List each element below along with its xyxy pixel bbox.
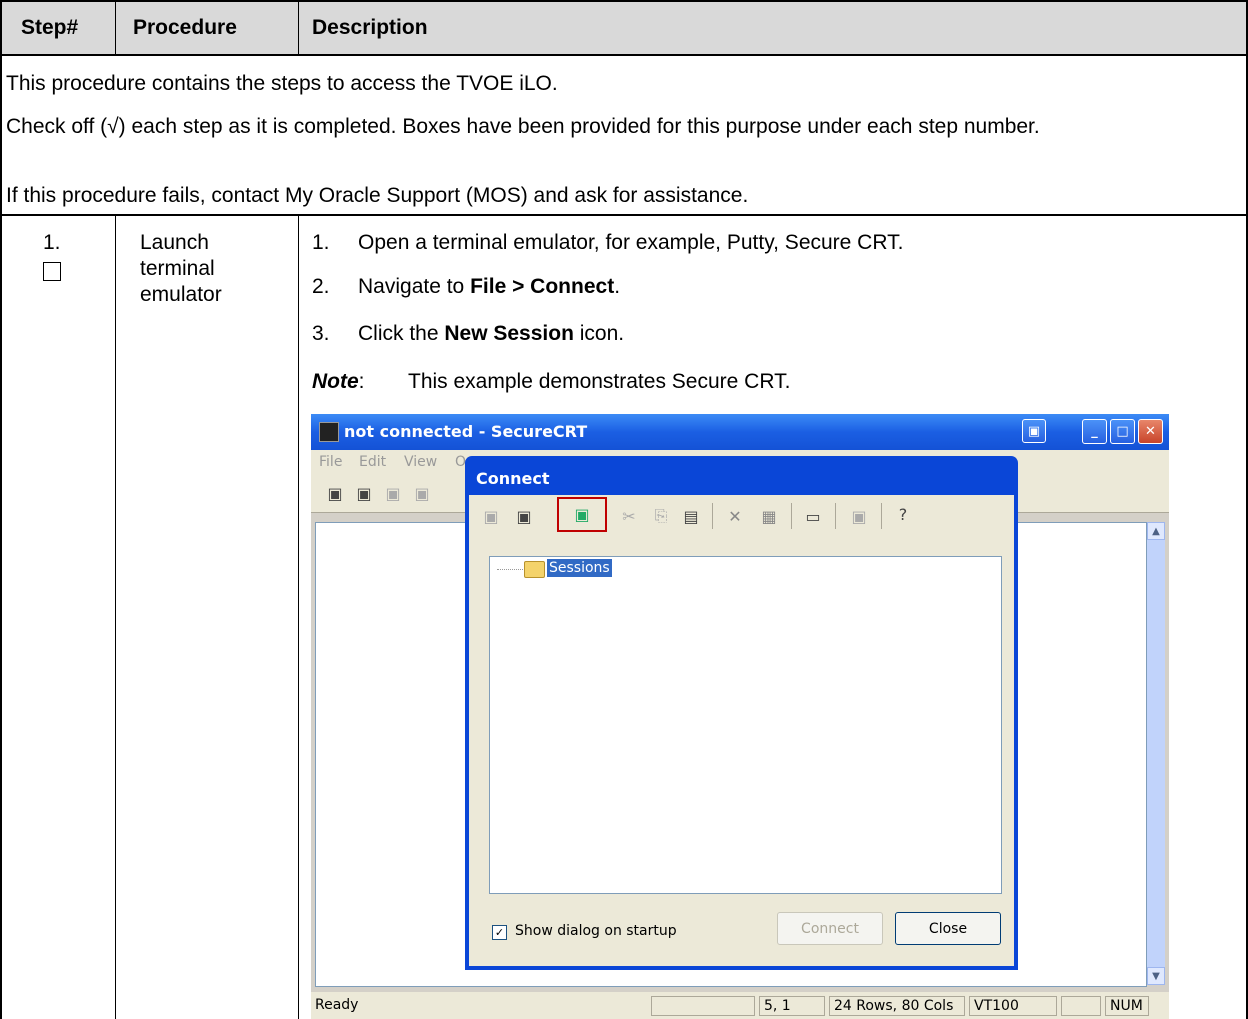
intro-line-2: Check off (√) each step as it is complet… [6,115,1040,138]
toolbar-separator [835,503,836,529]
header-procedure: Procedure [133,15,237,39]
toolbar-separator [791,503,792,529]
show-dialog-label: Show dialog on startup [515,923,677,939]
dialog-body: ▣ ▣ ▣ ✂ ⎘ ▤ ✕ ▦ ▭ ▣ ? Sessions ✓ Show di… [469,495,1014,966]
cut-icon[interactable]: ✂ [619,506,639,526]
substep-3-num: 3. [312,322,330,345]
securecrt-app-icon [319,422,339,442]
quick-connect-icon[interactable]: ▣ [354,483,374,503]
copy-icon[interactable]: ⎘ [651,506,671,526]
substep-1-num: 1. [312,231,330,254]
header-step: Step# [21,15,79,39]
window-titlebar: not connected - SecureCRT ▣ _ □ ✕ [311,414,1169,450]
connect-icon[interactable]: ▣ [325,483,345,503]
securecrt-window: not connected - SecureCRT ▣ _ □ ✕ File E… [311,414,1169,1019]
status-bar: Ready 5, 1 24 Rows, 80 Cols VT100 NUM [311,992,1169,1019]
scroll-down-icon[interactable]: ▼ [1147,967,1165,985]
substep-3-text: Click the New Session icon. [358,322,625,345]
quick-connect-icon[interactable]: ▣ [514,506,534,526]
step-checkbox[interactable] [43,262,61,281]
toolbar-separator [881,503,882,529]
border-left [0,0,2,1019]
scroll-up-icon[interactable]: ▲ [1147,522,1165,540]
border-col-1 [115,215,116,1019]
note: Note: [312,370,365,393]
note-text: This example demonstrates Secure CRT. [408,370,791,393]
step-number: 1. [43,231,61,254]
toolbar-separator [712,503,713,529]
status-term: VT100 [969,996,1057,1016]
status-empty [651,996,755,1016]
border-top [0,0,1248,2]
window-title: not connected - SecureCRT [344,422,588,441]
session-tree[interactable]: Sessions [489,556,1002,894]
dialog-title: Connect [476,469,550,488]
paste-icon[interactable]: ▤ [681,506,701,526]
connect-tab-icon[interactable]: ▣ [849,506,869,526]
connect-tab-icon[interactable]: ▣ [383,483,403,503]
vertical-scrollbar[interactable]: ▲ ▼ [1147,522,1165,985]
menu-file[interactable]: File [319,454,342,470]
status-num: NUM [1105,996,1149,1016]
header-description: Description [312,15,428,39]
properties-icon[interactable]: ▦ [759,506,779,526]
border-col-1-header [115,0,116,55]
procedure-line-1: Launch [140,231,209,254]
status-size: 24 Rows, 80 Cols [829,996,965,1016]
border-col-2-header [298,0,299,55]
border-col-2 [298,215,299,1019]
restore-icon[interactable]: ▣ [1022,419,1046,443]
menu-view[interactable]: View [404,454,437,470]
menu-edit[interactable]: Edit [359,454,386,470]
intro-line-3: If this procedure fails, contact My Orac… [6,184,749,207]
new-folder-icon[interactable]: ▭ [803,506,823,526]
procedure-line-3: emulator [140,283,222,306]
minimize-button[interactable]: _ [1082,419,1107,444]
connect-button[interactable]: Connect [777,912,883,945]
show-dialog-checkbox[interactable]: ✓ [492,925,507,940]
folder-icon [524,561,545,578]
connect-dialog: Connect ▣ ▣ ▣ ✂ ⎘ ▤ ✕ ▦ ▭ ▣ ? Sessions ✓… [465,456,1018,970]
border-intro-bottom [0,214,1248,216]
disconnect-icon[interactable]: ▣ [412,483,432,503]
connect-icon[interactable]: ▣ [481,506,501,526]
status-empty-2 [1061,996,1101,1016]
delete-icon[interactable]: ✕ [725,506,745,526]
status-cursor: 5, 1 [759,996,825,1016]
substep-2-num: 2. [312,275,330,298]
new-session-icon[interactable]: ▣ [572,504,592,524]
close-button[interactable]: Close [895,912,1001,945]
status-ready: Ready [315,997,359,1013]
help-icon[interactable]: ? [893,504,913,524]
intro-line-1: This procedure contains the steps to acc… [6,72,558,95]
maximize-button[interactable]: □ [1110,419,1135,444]
close-window-button[interactable]: ✕ [1138,419,1163,444]
tree-item-sessions[interactable]: Sessions [547,559,612,577]
substep-1-text: Open a terminal emulator, for example, P… [358,231,904,254]
substep-2-text: Navigate to File > Connect. [358,275,621,298]
dialog-toolbar: ▣ ▣ ▣ ✂ ⎘ ▤ ✕ ▦ ▭ ▣ ? [469,495,1014,537]
border-header-bottom [0,54,1248,56]
procedure-line-2: terminal [140,257,215,280]
tree-connector [497,569,523,570]
